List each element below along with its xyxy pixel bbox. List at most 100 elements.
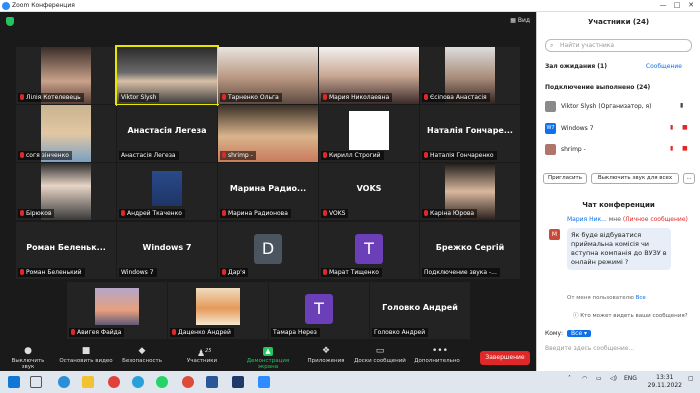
invite-button[interactable]: Пригласить bbox=[543, 173, 587, 184]
mute-button[interactable]: ● Выключить звук bbox=[6, 347, 50, 371]
chrome-icon[interactable] bbox=[182, 376, 194, 388]
video-off-icon[interactable]: ■ bbox=[682, 124, 688, 132]
telegram-icon[interactable] bbox=[132, 376, 144, 388]
video-tile[interactable]: D Дар'я bbox=[218, 222, 318, 279]
participant-row[interactable]: W7 Windows 7 ▮ ■ bbox=[545, 123, 694, 135]
participant-video bbox=[196, 288, 240, 325]
video-tile[interactable]: Андрей Ткаченко bbox=[117, 163, 217, 220]
clock[interactable]: 13:31 29.11.2022 bbox=[648, 374, 682, 390]
video-tile[interactable]: Авигея Файда bbox=[67, 282, 167, 339]
notification-icon[interactable]: ▢ bbox=[688, 375, 694, 382]
video-tile[interactable]: Головко Андрей Головко Андрей bbox=[370, 282, 470, 339]
video-tile[interactable]: Даценко Андрей bbox=[168, 282, 268, 339]
share-screen-button[interactable]: ▲ Демонстрация экрана bbox=[236, 347, 300, 370]
tile-name: VOKS bbox=[356, 184, 382, 193]
video-tile[interactable]: Єсіпова Анастасія bbox=[420, 47, 520, 104]
muted-mic-icon bbox=[323, 210, 327, 216]
whiteboards-button[interactable]: ▭ Доски сообщений bbox=[352, 347, 408, 365]
chat-input[interactable]: Введите здесь сообщение... bbox=[545, 345, 634, 352]
muted-mic-icon[interactable]: ▮ bbox=[670, 124, 676, 132]
mic-icon[interactable]: ▮ bbox=[680, 102, 686, 110]
more-button[interactable]: ••• Дополнительно bbox=[412, 347, 462, 365]
end-meeting-button[interactable]: Завершение bbox=[480, 351, 530, 365]
video-tile[interactable]: Брежко Сергій Подключение звука -... bbox=[420, 222, 520, 279]
participant-row[interactable]: Viktor Slysh (Организатор, я) ▮ bbox=[545, 101, 694, 113]
participant-avatar: T bbox=[305, 294, 333, 324]
who-can-see-link[interactable]: ⓘ Кто может видеть ваши сообщения? bbox=[573, 311, 688, 319]
tile-label: Роман Беленький bbox=[18, 268, 85, 277]
view-button[interactable]: ▦ Вид bbox=[510, 17, 530, 24]
video-tile-active-speaker[interactable]: Viktor Slysh bbox=[115, 45, 219, 106]
folder-icon[interactable] bbox=[82, 376, 94, 388]
start-icon[interactable] bbox=[8, 376, 20, 388]
chat-message-header: Мария Ник... мне (Личное сообщение) bbox=[567, 216, 688, 223]
stop-video-button[interactable]: ■ Остановить видео bbox=[58, 347, 114, 365]
tile-name: Брежко Сергій bbox=[435, 243, 505, 252]
tile-name: Головко Андрей bbox=[382, 303, 458, 312]
tile-label: Кирилл Строгий bbox=[321, 151, 384, 160]
word-icon[interactable] bbox=[206, 376, 218, 388]
battery-icon[interactable]: ▭ bbox=[596, 375, 602, 382]
security-button[interactable]: ◆ Безопасность bbox=[120, 346, 164, 365]
video-tile[interactable]: T Марат Тищенко bbox=[319, 222, 419, 279]
video-tile[interactable]: Бірюков bbox=[16, 163, 116, 220]
video-off-icon[interactable]: ■ bbox=[682, 145, 688, 153]
security-shield-icon[interactable] bbox=[6, 17, 14, 26]
muted-mic-icon[interactable]: ▮ bbox=[670, 145, 676, 153]
network-icon[interactable]: ◠ bbox=[582, 375, 587, 382]
more-options-button[interactable]: ... bbox=[683, 173, 695, 184]
video-tile[interactable]: Windows 7 Windows 7 bbox=[117, 222, 217, 279]
muted-mic-icon bbox=[121, 210, 125, 216]
video-tile[interactable]: Кирилл Строгий bbox=[319, 105, 419, 162]
video-tile[interactable]: Мария Николаевна bbox=[319, 47, 419, 104]
video-tile[interactable]: Каріна Юрова bbox=[420, 163, 520, 220]
video-tile[interactable]: Марина Радио... Марина Радионова bbox=[218, 163, 318, 220]
apps-button[interactable]: ❖ Приложения bbox=[306, 346, 346, 365]
recipient-row: Кому: Все ▾ bbox=[545, 330, 592, 337]
shield-icon: ◆ bbox=[138, 346, 146, 356]
apps-icon: ❖ bbox=[321, 346, 331, 356]
video-tile[interactable]: Анастасія Легеза Анастасія Легеза bbox=[117, 105, 217, 162]
tray-arrow-icon[interactable]: ˄ bbox=[568, 375, 571, 382]
video-tile[interactable]: Тарненко Ольга bbox=[218, 47, 318, 104]
tile-label: Бірюков bbox=[18, 209, 55, 218]
task-view-icon[interactable] bbox=[30, 376, 42, 388]
volume-icon[interactable]: ◁) bbox=[610, 375, 617, 382]
video-tile[interactable]: shrimp - bbox=[218, 105, 318, 162]
waiting-room-row[interactable]: Зал ожидания (1) Сообщение bbox=[545, 63, 694, 70]
whatsapp-icon[interactable] bbox=[156, 376, 168, 388]
muted-mic-icon bbox=[172, 329, 176, 335]
participants-title: Участники (24) bbox=[587, 18, 650, 26]
video-tile[interactable]: Роман Беленьк... Роман Беленький bbox=[16, 222, 116, 279]
muted-mic-icon bbox=[424, 94, 428, 100]
mute-all-button[interactable]: Выключить звук для всех bbox=[591, 173, 679, 184]
muted-mic-icon bbox=[222, 152, 226, 158]
muted-mic-icon bbox=[20, 210, 24, 216]
participant-search-input[interactable]: ⌕ Найти участника bbox=[545, 39, 692, 52]
close-button[interactable]: ✕ bbox=[686, 1, 696, 9]
tile-label: shrimp - bbox=[220, 151, 256, 160]
video-tile[interactable]: VOKS VOKS bbox=[319, 163, 419, 220]
tile-label: Головко Андрей bbox=[372, 328, 429, 337]
video-tile[interactable]: Наталія Гончарe... Наталія Гончаренко bbox=[420, 105, 520, 162]
participant-row[interactable]: shrimp - ▮ ■ bbox=[545, 144, 694, 156]
app-icon[interactable] bbox=[232, 376, 244, 388]
video-tile[interactable]: Лілія Котелевець bbox=[16, 47, 116, 104]
recipient-select[interactable]: Все ▾ bbox=[567, 330, 592, 337]
message-link[interactable]: Сообщение bbox=[646, 63, 682, 70]
tile-label: Тамара Нерез bbox=[271, 328, 320, 337]
zoom-taskbar-icon[interactable] bbox=[258, 376, 270, 388]
minimize-button[interactable]: — bbox=[658, 1, 668, 9]
participant-avatar: D bbox=[254, 234, 282, 264]
muted-mic-icon bbox=[20, 269, 24, 275]
muted-mic-icon bbox=[222, 269, 226, 275]
video-tile[interactable]: T Тамара Нерез bbox=[269, 282, 369, 339]
muted-mic-icon bbox=[424, 152, 428, 158]
language-indicator[interactable]: ENG bbox=[624, 375, 637, 382]
participants-button[interactable]: ♟25 Участники bbox=[180, 347, 224, 364]
maximize-button[interactable]: □ bbox=[672, 1, 682, 9]
edge-icon[interactable] bbox=[58, 376, 70, 388]
opera-icon[interactable] bbox=[108, 376, 120, 388]
video-tile[interactable]: согя зінченко bbox=[16, 105, 116, 162]
tile-name: Анастасія Легеза bbox=[127, 126, 207, 135]
